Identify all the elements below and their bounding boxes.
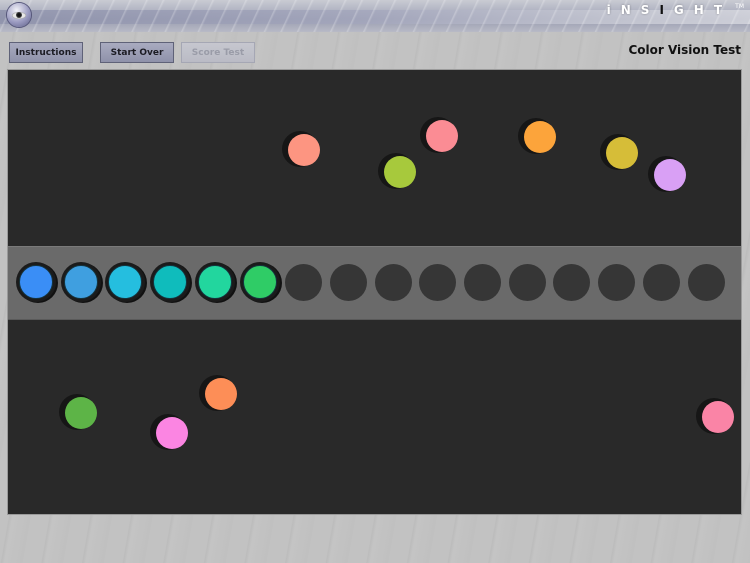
eye-pupil	[12, 12, 26, 19]
empty-slot[interactable]	[687, 264, 725, 301]
empty-slot[interactable]	[598, 264, 636, 301]
placed-color-cap[interactable]	[19, 265, 53, 299]
empty-slot[interactable]	[419, 264, 457, 301]
brand-wordmark: iNSIGHT	[607, 3, 732, 17]
loose-color-cap[interactable]	[205, 378, 237, 410]
placed-color-cap[interactable]	[153, 265, 188, 299]
empty-slot[interactable]	[464, 264, 501, 301]
empty-slot[interactable]	[329, 264, 367, 301]
brand-prefix: iNS	[606, 3, 660, 17]
game-board	[7, 69, 742, 515]
loose-color-cap[interactable]	[606, 137, 638, 169]
trademark: TM	[735, 3, 744, 10]
empty-slot[interactable]	[374, 264, 412, 301]
loose-color-cap[interactable]	[288, 134, 320, 166]
placed-color-cap[interactable]	[242, 265, 277, 299]
instructions-button[interactable]: Instructions	[9, 42, 83, 63]
empty-slot[interactable]	[642, 264, 680, 301]
page-title: Color Vision Test	[628, 43, 741, 57]
empty-slot[interactable]	[285, 264, 323, 301]
cap-tray	[8, 246, 741, 320]
loose-color-cap[interactable]	[654, 159, 686, 191]
score-test-button: Score Test	[181, 42, 255, 63]
empty-slot[interactable]	[508, 264, 546, 301]
brand-highlight: I	[659, 3, 674, 17]
eye-icon	[7, 3, 31, 27]
loose-color-cap[interactable]	[156, 417, 188, 449]
placed-color-cap[interactable]	[197, 265, 232, 299]
loose-color-cap[interactable]	[426, 120, 458, 152]
brand-suffix: GHT	[673, 3, 732, 17]
empty-slot[interactable]	[553, 264, 591, 301]
loose-color-cap[interactable]	[384, 156, 416, 188]
loose-color-cap[interactable]	[65, 397, 97, 429]
start-over-button[interactable]: Start Over	[100, 42, 174, 63]
loose-color-cap[interactable]	[702, 401, 734, 433]
loose-color-cap[interactable]	[524, 121, 556, 153]
placed-color-cap[interactable]	[63, 265, 98, 299]
